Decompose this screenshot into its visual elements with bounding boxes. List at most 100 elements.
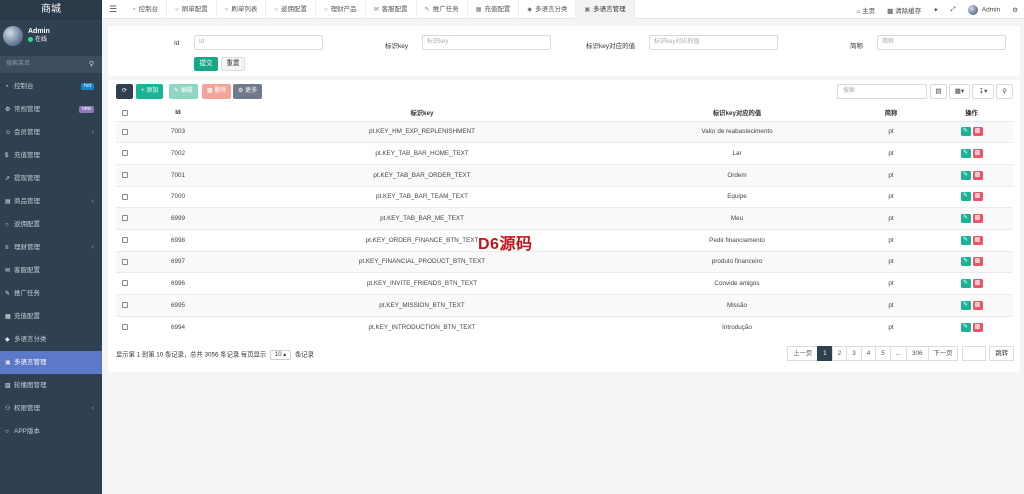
row-checkbox[interactable] bbox=[116, 163, 134, 187]
page-button[interactable]: 1 bbox=[817, 346, 833, 361]
sidebar-item[interactable]: ○ APP版本 bbox=[0, 420, 102, 443]
top-tab[interactable]: ✉ 客服配置 bbox=[366, 0, 417, 19]
row-delete-button[interactable]: ▩ bbox=[972, 192, 983, 202]
sidebar-item[interactable]: ⚇ 权限管理 ‹ bbox=[0, 397, 102, 420]
sidebar-item[interactable]: ▣ 多语言管理 bbox=[0, 351, 102, 374]
row-delete-button[interactable]: ▩ bbox=[972, 214, 983, 224]
row-checkbox[interactable] bbox=[116, 250, 134, 273]
row-checkbox[interactable] bbox=[116, 185, 134, 208]
table-row[interactable]: 6995 pt.KEY_MISSION_BTN_TEXT Missão pt ✎ ▩ bbox=[116, 294, 1013, 317]
top-tab[interactable]: ○ 刷单配置 bbox=[167, 0, 217, 19]
table-row[interactable]: 7002 pt.KEY_TAB_BAR_HOME_TEXT Lar pt ✎ ▩ bbox=[116, 142, 1013, 165]
col-key[interactable]: 标识key bbox=[222, 105, 622, 122]
table-row[interactable]: 7003 pt.KEY_HM_EXP_REPLENISHMENT Valor de … bbox=[116, 120, 1013, 143]
table-row[interactable]: 6999 pt.KEY_TAB_BAR_ME_TEXT Meu pt ✎ ▩ bbox=[116, 207, 1013, 230]
sidebar-item[interactable]: ▦ 充值配置 bbox=[0, 305, 102, 328]
delete-button[interactable]: ▩ 删除 bbox=[202, 84, 232, 99]
row-checkbox[interactable] bbox=[116, 315, 134, 338]
search-icon[interactable]: ⚲ bbox=[89, 56, 94, 73]
top-tab[interactable]: ○ 理财产品 bbox=[316, 0, 366, 19]
clear-cache-button[interactable]: ▩ 清除缓存 bbox=[881, 5, 927, 15]
value-input[interactable]: 标识key对应的值 bbox=[649, 35, 778, 50]
sidebar-item[interactable]: ▧ 轮播图管理 bbox=[0, 374, 102, 397]
sidebar-item[interactable]: ✉ 客服配置 bbox=[0, 259, 102, 282]
top-tab[interactable]: ◆ 多语言分类 bbox=[519, 0, 577, 19]
col-value[interactable]: 标识key对应的值 bbox=[622, 105, 852, 122]
sidebar-item[interactable]: $ 充值管理 bbox=[0, 144, 102, 167]
sidebar-item[interactable]: ↗ 提现管理 bbox=[0, 167, 102, 190]
page-button[interactable]: 5 bbox=[875, 346, 891, 361]
row-delete-button[interactable]: ▩ bbox=[972, 127, 983, 137]
row-edit-button[interactable]: ✎ bbox=[960, 127, 971, 137]
row-delete-button[interactable]: ▩ bbox=[972, 170, 983, 180]
home-link[interactable]: ⌂ 主页 bbox=[850, 5, 881, 15]
menu-search-input[interactable]: 搜索菜单 ⚲ bbox=[0, 56, 102, 73]
sidebar-item[interactable]: ≡ 理财管理 ‹ bbox=[0, 236, 102, 259]
menu-toggle-icon[interactable]: ☰ bbox=[102, 4, 124, 15]
sidebar-item[interactable]: ◆ 多语言分类 bbox=[0, 328, 102, 351]
submit-button[interactable]: 提交 bbox=[194, 57, 218, 71]
row-edit-button[interactable]: ✎ bbox=[960, 170, 971, 180]
table-row[interactable]: 7001 pt.KEY_TAB_BAR_ORDER_TEXT Ordem pt ✎ ▩ bbox=[116, 163, 1013, 187]
sidebar-item[interactable]: ⚙ 常规管理 new bbox=[0, 98, 102, 121]
row-delete-button[interactable]: ▩ bbox=[972, 322, 983, 332]
row-edit-button[interactable]: ✎ bbox=[960, 214, 971, 224]
export-icon[interactable]: ↧▾ bbox=[972, 84, 994, 99]
reset-button[interactable]: 重置 bbox=[221, 57, 245, 71]
row-edit-button[interactable]: ✎ bbox=[960, 149, 971, 159]
fullscreen-icon[interactable]: ⤢ bbox=[945, 6, 962, 14]
page-button[interactable]: 2 bbox=[831, 346, 848, 361]
sidebar-item[interactable]: ○ 返佣配置 bbox=[0, 213, 102, 236]
row-checkbox[interactable] bbox=[116, 207, 134, 230]
edit-button[interactable]: ✎ 编辑 bbox=[169, 84, 198, 99]
table-row[interactable]: 6997 pt.KEY_FINANCIAL_PRODUCT_BTN_TEXT pro… bbox=[116, 250, 1013, 273]
top-tab[interactable]: ✎ 推广任务 bbox=[417, 0, 468, 19]
more-button[interactable]: ⚙ 更多 bbox=[233, 84, 263, 99]
sidebar-item[interactable]: ☺ 会员管理 ‹ bbox=[0, 121, 102, 144]
row-delete-button[interactable]: ▩ bbox=[972, 300, 983, 310]
next-page-button[interactable]: 下一页 bbox=[927, 346, 959, 361]
top-tab[interactable]: ◔ 控制台 bbox=[124, 0, 168, 19]
table-row[interactable]: 6994 pt.KEY_INTRODUCTION_BTN_TEXT Introduç… bbox=[116, 315, 1013, 338]
col-id[interactable]: Id bbox=[134, 105, 222, 122]
top-tab[interactable]: ▣ 多语言管理 bbox=[576, 0, 635, 19]
search-icon[interactable]: ⚲ bbox=[996, 84, 1013, 99]
row-checkbox[interactable] bbox=[116, 228, 134, 252]
page-button[interactable]: 3 bbox=[846, 346, 862, 361]
row-delete-button[interactable]: ▩ bbox=[972, 235, 983, 245]
row-edit-button[interactable]: ✎ bbox=[960, 257, 971, 267]
select-all-checkbox[interactable] bbox=[116, 105, 134, 122]
sidebar-item[interactable]: ✎ 推广任务 bbox=[0, 282, 102, 305]
add-button[interactable]: + 添加 bbox=[136, 84, 164, 99]
table-row[interactable]: 6998 pt.KEY_ORDER_FINANCE_BTN_TEXT Pedir f… bbox=[116, 228, 1013, 252]
table-row[interactable]: 6996 pt.KEY_INVITE_FRIENDS_BTN_TEXT Convid… bbox=[116, 272, 1013, 295]
page-size-select[interactable]: 10 ▴ bbox=[269, 350, 292, 360]
page-button[interactable]: 306 bbox=[906, 346, 929, 361]
id-input[interactable]: Id bbox=[194, 35, 323, 50]
theme-icon[interactable]: ✦ bbox=[927, 6, 944, 14]
row-delete-button[interactable]: ▩ bbox=[972, 149, 983, 159]
top-tab[interactable]: ▦ 充值配置 bbox=[468, 0, 520, 19]
goto-button[interactable]: 跳转 bbox=[989, 346, 1014, 361]
row-edit-button[interactable]: ✎ bbox=[960, 300, 971, 310]
sidebar-item[interactable]: ▤ 商品管理 ‹ bbox=[0, 190, 102, 213]
page-button[interactable]: 4 bbox=[860, 346, 877, 361]
table-row[interactable]: 7000 pt.KEY_TAB_BAR_TEAM_TEXT Equipe pt ✎ ▩ bbox=[116, 185, 1013, 208]
top-tab[interactable]: ○ 返佣配置 bbox=[266, 0, 316, 19]
toggle-view-icon[interactable]: ▤ bbox=[930, 84, 947, 99]
top-tab[interactable]: ○ 刷单列表 bbox=[217, 0, 267, 19]
row-delete-button[interactable]: ▩ bbox=[972, 279, 983, 289]
row-edit-button[interactable]: ✎ bbox=[960, 322, 971, 332]
row-edit-button[interactable]: ✎ bbox=[960, 279, 971, 289]
row-checkbox[interactable] bbox=[116, 142, 134, 165]
row-checkbox[interactable] bbox=[116, 272, 134, 295]
refresh-button[interactable]: ⟳ bbox=[116, 84, 133, 99]
settings-gear-icon[interactable]: ⚙ bbox=[1006, 6, 1024, 14]
short-input[interactable]: 简称 bbox=[877, 35, 1006, 50]
goto-page-input[interactable] bbox=[962, 346, 987, 361]
brand-logo[interactable]: 商城 bbox=[0, 0, 102, 20]
row-checkbox[interactable] bbox=[116, 120, 134, 143]
columns-icon[interactable]: ▦▾ bbox=[949, 84, 970, 99]
key-input[interactable]: 标识key bbox=[422, 35, 551, 50]
row-edit-button[interactable]: ✎ bbox=[960, 235, 971, 245]
